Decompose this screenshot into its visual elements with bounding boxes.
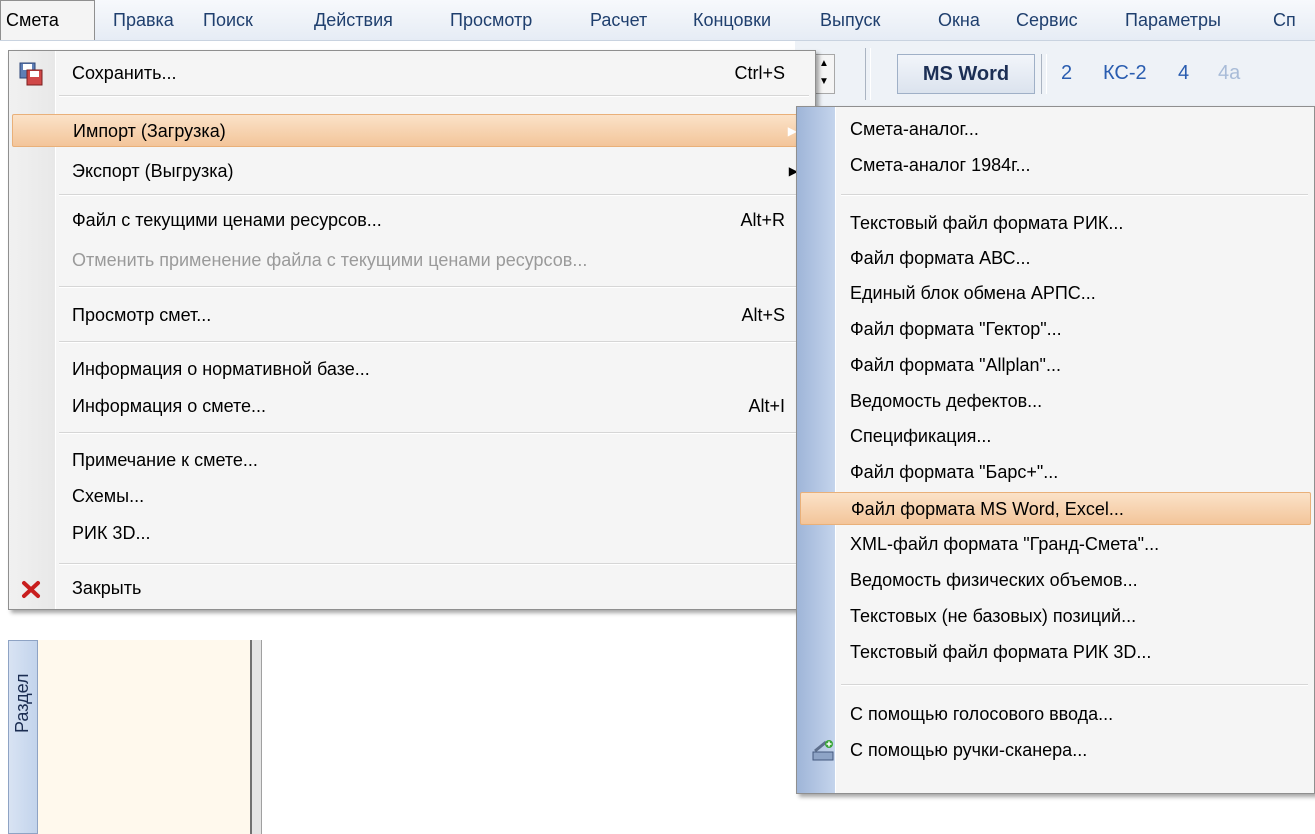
menu-item-label: Спецификация... (850, 426, 992, 446)
menu-item-prices-file[interactable]: Файл с текущими ценами ресурсов... Alt+R (12, 204, 812, 237)
tab-4a[interactable]: 4а (1218, 56, 1240, 90)
shortcut-label: Alt+S (741, 305, 785, 325)
import-submenu: Смета-аналог... Смета-аналог 1984г... Те… (796, 106, 1315, 794)
menu-item-label: РИК 3D... (72, 523, 151, 543)
tab-ms-word[interactable]: MS Word (897, 54, 1035, 94)
menu-parametry[interactable]: Параметры (1125, 0, 1221, 40)
menu-item-label: Отменить применение файла с текущими цен… (72, 250, 588, 270)
menu-item-cancel-prices[interactable]: Отменить применение файла с текущими цен… (12, 244, 812, 277)
menu-item-label: Файл формата "Барс+"... (850, 462, 1059, 482)
menu-item-label: Смета-аналог 1984г... (850, 155, 1031, 175)
menu-poisk[interactable]: Поиск (203, 0, 253, 40)
spin-control[interactable]: ▲ ▼ (813, 54, 835, 94)
menu-item-label: Ведомость физических объемов... (850, 570, 1138, 590)
submenu-item[interactable]: Текстовых (не базовых) позиций... (800, 600, 1311, 633)
panel-splitter[interactable] (250, 640, 262, 834)
menu-item-label: Информация о смете... (72, 396, 267, 416)
menu-bar: Смета Правка Поиск Действия Просмотр Рас… (0, 0, 1315, 41)
shortcut-label: Ctrl+S (734, 63, 785, 83)
menu-smeta[interactable]: Смета (0, 0, 95, 40)
submenu-item[interactable]: Текстовый файл формата РИК... (800, 207, 1311, 240)
submenu-item[interactable]: Смета-аналог... (800, 113, 1311, 146)
menu-item-label: С помощью ручки-сканера... (850, 740, 1088, 760)
menu-more[interactable]: Сп (1273, 0, 1296, 40)
menu-item-label: Импорт (Загрузка) (73, 121, 226, 141)
submenu-item[interactable]: Файл формата "Гектор"... (800, 313, 1311, 346)
shortcut-label: Alt+I (748, 396, 785, 416)
tab-2[interactable]: 2 (1061, 56, 1072, 90)
submenu-item[interactable]: Файл формата АВС... (800, 242, 1311, 275)
menu-servis[interactable]: Сервис (1016, 0, 1078, 40)
submenu-item[interactable]: Единый блок обмена АРПС... (800, 277, 1311, 310)
menu-item-label: Информация о нормативной базе... (72, 359, 370, 379)
menu-item-label: Файл формата АВС... (850, 248, 1031, 268)
menu-okna[interactable]: Окна (938, 0, 980, 40)
shortcut-label: Alt+R (740, 210, 785, 230)
menu-item-label: Текстовый файл формата РИК... (850, 213, 1124, 233)
submenu-item[interactable]: Спецификация... (800, 420, 1311, 453)
menu-item-export[interactable]: Экспорт (Выгрузка) ▶ (12, 155, 812, 188)
menu-vypusk[interactable]: Выпуск (820, 0, 880, 40)
menu-item-label: Примечание к смете... (72, 450, 258, 470)
submenu-item[interactable]: Смета-аналог 1984г... (800, 149, 1311, 182)
close-icon (22, 581, 40, 598)
submenu-item[interactable]: Текстовый файл формата РИК 3D... (800, 636, 1311, 669)
menu-item-view-estimates[interactable]: Просмотр смет... Alt+S (12, 299, 812, 332)
menu-item-label: Экспорт (Выгрузка) (72, 161, 234, 181)
menu-item-rik3d[interactable]: РИК 3D... (12, 517, 812, 550)
menu-item-note[interactable]: Примечание к смете... (12, 444, 812, 477)
menu-deistviya[interactable]: Действия (314, 0, 393, 40)
section-tab-label: Раздел (12, 673, 32, 734)
toolbar-separator (1041, 54, 1047, 94)
menu-item-norm-base-info[interactable]: Информация о нормативной базе... (12, 353, 812, 386)
menu-item-label: Просмотр смет... (72, 305, 212, 325)
form-toolbar: ▲ ▼ MS Word 2 КС-2 4 4а (795, 40, 1315, 107)
menu-item-label: Файл формата "Allplan"... (850, 355, 1061, 375)
menu-item-label: XML-файл формата "Гранд-Смета"... (850, 534, 1160, 554)
section-vertical-tab[interactable]: Раздел (8, 640, 38, 834)
submenu-item[interactable]: С помощью голосового ввода... (800, 698, 1311, 731)
menu-item-label: Смета-аналог... (850, 119, 979, 139)
menu-item-import[interactable]: Импорт (Загрузка) ▶ (12, 114, 812, 147)
menu-item-label: Схемы... (72, 486, 145, 506)
menu-item-label: Единый блок обмена АРПС... (850, 283, 1096, 303)
submenu-item[interactable]: Ведомость дефектов... (800, 385, 1311, 418)
smeta-menu: Сохранить... Ctrl+S Импорт (Загрузка) ▶ … (8, 50, 816, 610)
submenu-item-ms-word-excel[interactable]: Файл формата MS Word, Excel... (800, 492, 1311, 525)
menu-item-label: Текстовых (не базовых) позиций... (850, 606, 1137, 626)
menu-item-label: Текстовый файл формата РИК 3D... (850, 642, 1152, 662)
save-icon (19, 62, 43, 86)
submenu-item[interactable]: XML-файл формата "Гранд-Смета"... (800, 528, 1311, 561)
menu-item-close[interactable]: Закрыть (12, 572, 812, 605)
menu-item-label: С помощью голосового ввода... (850, 704, 1114, 724)
menu-item-save[interactable]: Сохранить... Ctrl+S (12, 57, 812, 90)
menu-prosmotr[interactable]: Просмотр (450, 0, 532, 40)
scanner-pen-icon (812, 740, 834, 761)
menu-pravka[interactable]: Правка (113, 0, 174, 40)
menu-item-label: Закрыть (72, 578, 142, 598)
menu-item-label: Сохранить... (72, 63, 177, 83)
section-panel-area (38, 640, 250, 834)
submenu-item[interactable]: Файл формата "Allplan"... (800, 349, 1311, 382)
toolbar-separator (865, 48, 871, 100)
menu-item-label: Ведомость дефектов... (850, 391, 1043, 411)
tab-4[interactable]: 4 (1178, 56, 1189, 90)
menu-item-label: Файл с текущими ценами ресурсов... (72, 210, 382, 230)
menu-item-estimate-info[interactable]: Информация о смете... Alt+I (12, 390, 812, 423)
submenu-item-scanner-pen[interactable]: С помощью ручки-сканера... (800, 734, 1311, 767)
menu-item-label: Файл формата "Гектор"... (850, 319, 1062, 339)
submenu-item[interactable]: Файл формата "Барс+"... (800, 456, 1311, 489)
menu-raschet[interactable]: Расчет (590, 0, 647, 40)
submenu-item[interactable]: Ведомость физических объемов... (800, 564, 1311, 597)
menu-item-label: Файл формата MS Word, Excel... (851, 499, 1124, 519)
menu-kontsovki[interactable]: Концовки (693, 0, 771, 40)
menu-item-schemes[interactable]: Схемы... (12, 480, 812, 513)
tab-ks2[interactable]: КС-2 (1103, 56, 1147, 90)
